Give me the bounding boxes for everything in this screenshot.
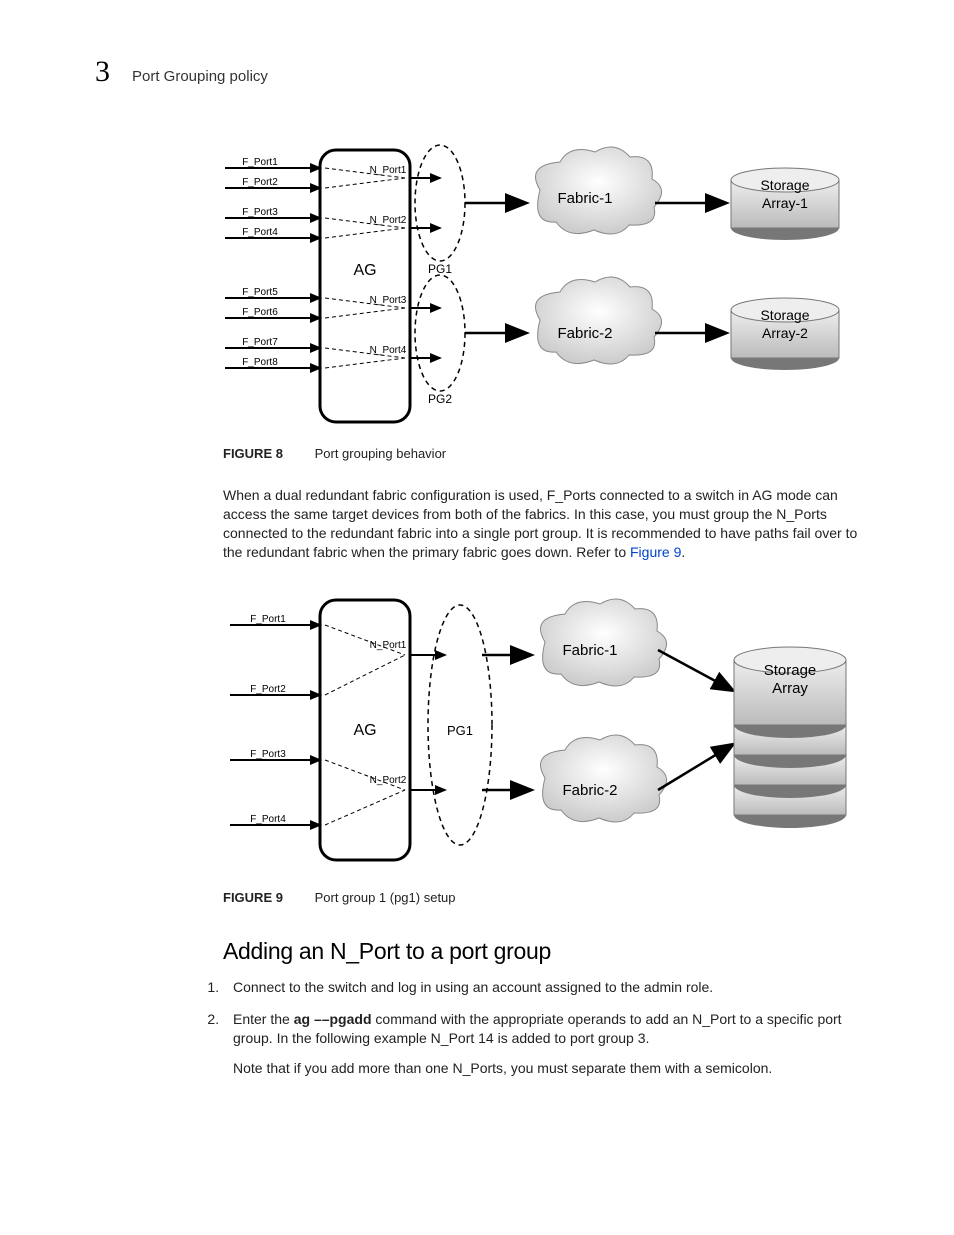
- svg-text:F_Port1: F_Port1: [250, 614, 286, 625]
- ag-label-2: AG: [353, 722, 376, 739]
- ag-label: AG: [353, 262, 376, 279]
- svg-text:Storage: Storage: [760, 177, 809, 193]
- figure-caption-text: Port group 1 (pg1) setup: [315, 890, 456, 905]
- svg-text:F_Port3: F_Port3: [250, 749, 286, 760]
- figure-9-caption: FIGURE 9 Port group 1 (pg1) setup: [223, 890, 456, 905]
- svg-text:Fabric-2: Fabric-2: [562, 782, 617, 799]
- fport-lines: F_Port1 F_Port2 F_Port3 F_Port4 F_Port5 …: [225, 157, 320, 368]
- svg-text:F_Port5: F_Port5: [242, 287, 278, 298]
- svg-text:F_Port2: F_Port2: [250, 684, 286, 695]
- svg-text:N_Port2: N_Port2: [370, 215, 407, 226]
- figure-8-diagram: AG F_Port1 F_Port2 F_Port3 F_Port4 F_Por…: [220, 140, 860, 430]
- svg-text:N_Port1: N_Port1: [370, 640, 407, 651]
- step-2: Enter the ag ––pgadd command with the ap…: [223, 1010, 863, 1079]
- pgadd-command: ––pgadd: [314, 1011, 372, 1027]
- svg-text:N_Port1: N_Port1: [370, 165, 407, 176]
- figure-caption-text: Port grouping behavior: [315, 446, 447, 461]
- storage-1: Storage Array-1: [731, 168, 839, 240]
- svg-text:N_Port4: N_Port4: [370, 345, 407, 356]
- figure-9-link[interactable]: Figure 9: [630, 544, 681, 560]
- svg-text:PG1: PG1: [447, 723, 473, 738]
- svg-text:Storage: Storage: [764, 662, 817, 679]
- chapter-number: 3: [95, 55, 110, 89]
- heading-adding-nport: Adding an N_Port to a port group: [223, 938, 551, 965]
- page-header: 3 Port Grouping policy: [95, 55, 268, 89]
- svg-text:F_Port4: F_Port4: [250, 814, 286, 825]
- figure-label: FIGURE 9: [223, 890, 283, 905]
- ag-command: ag: [294, 1011, 314, 1027]
- svg-text:Array-1: Array-1: [762, 195, 808, 211]
- figure-label: FIGURE 8: [223, 446, 283, 461]
- svg-text:F_Port1: F_Port1: [242, 157, 278, 168]
- step-1: Connect to the switch and log in using a…: [223, 978, 863, 998]
- svg-text:PG1: PG1: [428, 262, 452, 276]
- figure-9-diagram: AG F_Port1 F_Port2 F_Port3 F_Port4 N_Por…: [220, 590, 860, 870]
- svg-text:N_Port3: N_Port3: [370, 295, 407, 306]
- svg-text:N_Port2: N_Port2: [370, 775, 407, 786]
- svg-text:F_Port6: F_Port6: [242, 307, 278, 318]
- svg-text:F_Port3: F_Port3: [242, 207, 278, 218]
- svg-text:F_Port8: F_Port8: [242, 357, 278, 368]
- svg-text:F_Port4: F_Port4: [242, 227, 278, 238]
- svg-text:Fabric-2: Fabric-2: [557, 325, 612, 342]
- paragraph-1: When a dual redundant fabric configurati…: [223, 486, 863, 562]
- fabric-2-cloud: Fabric-2: [536, 277, 662, 364]
- svg-text:PG2: PG2: [428, 392, 452, 406]
- svg-text:F_Port7: F_Port7: [242, 337, 278, 348]
- storage-2: Storage Array-2: [731, 298, 839, 370]
- storage-stack: Storage Array: [734, 647, 846, 828]
- figure-8-caption: FIGURE 8 Port grouping behavior: [223, 446, 446, 461]
- section-title: Port Grouping policy: [132, 68, 268, 85]
- svg-text:F_Port2: F_Port2: [242, 177, 278, 188]
- svg-text:Array-2: Array-2: [762, 325, 808, 341]
- svg-text:Array: Array: [772, 680, 808, 697]
- svg-text:Storage: Storage: [760, 307, 809, 323]
- step-2-note: Note that if you add more than one N_Por…: [233, 1059, 863, 1079]
- svg-text:Fabric-1: Fabric-1: [562, 642, 617, 659]
- fabric-1-cloud: Fabric-1: [536, 147, 662, 234]
- svg-text:Fabric-1: Fabric-1: [557, 190, 612, 207]
- procedure-steps: Connect to the switch and log in using a…: [223, 978, 863, 1090]
